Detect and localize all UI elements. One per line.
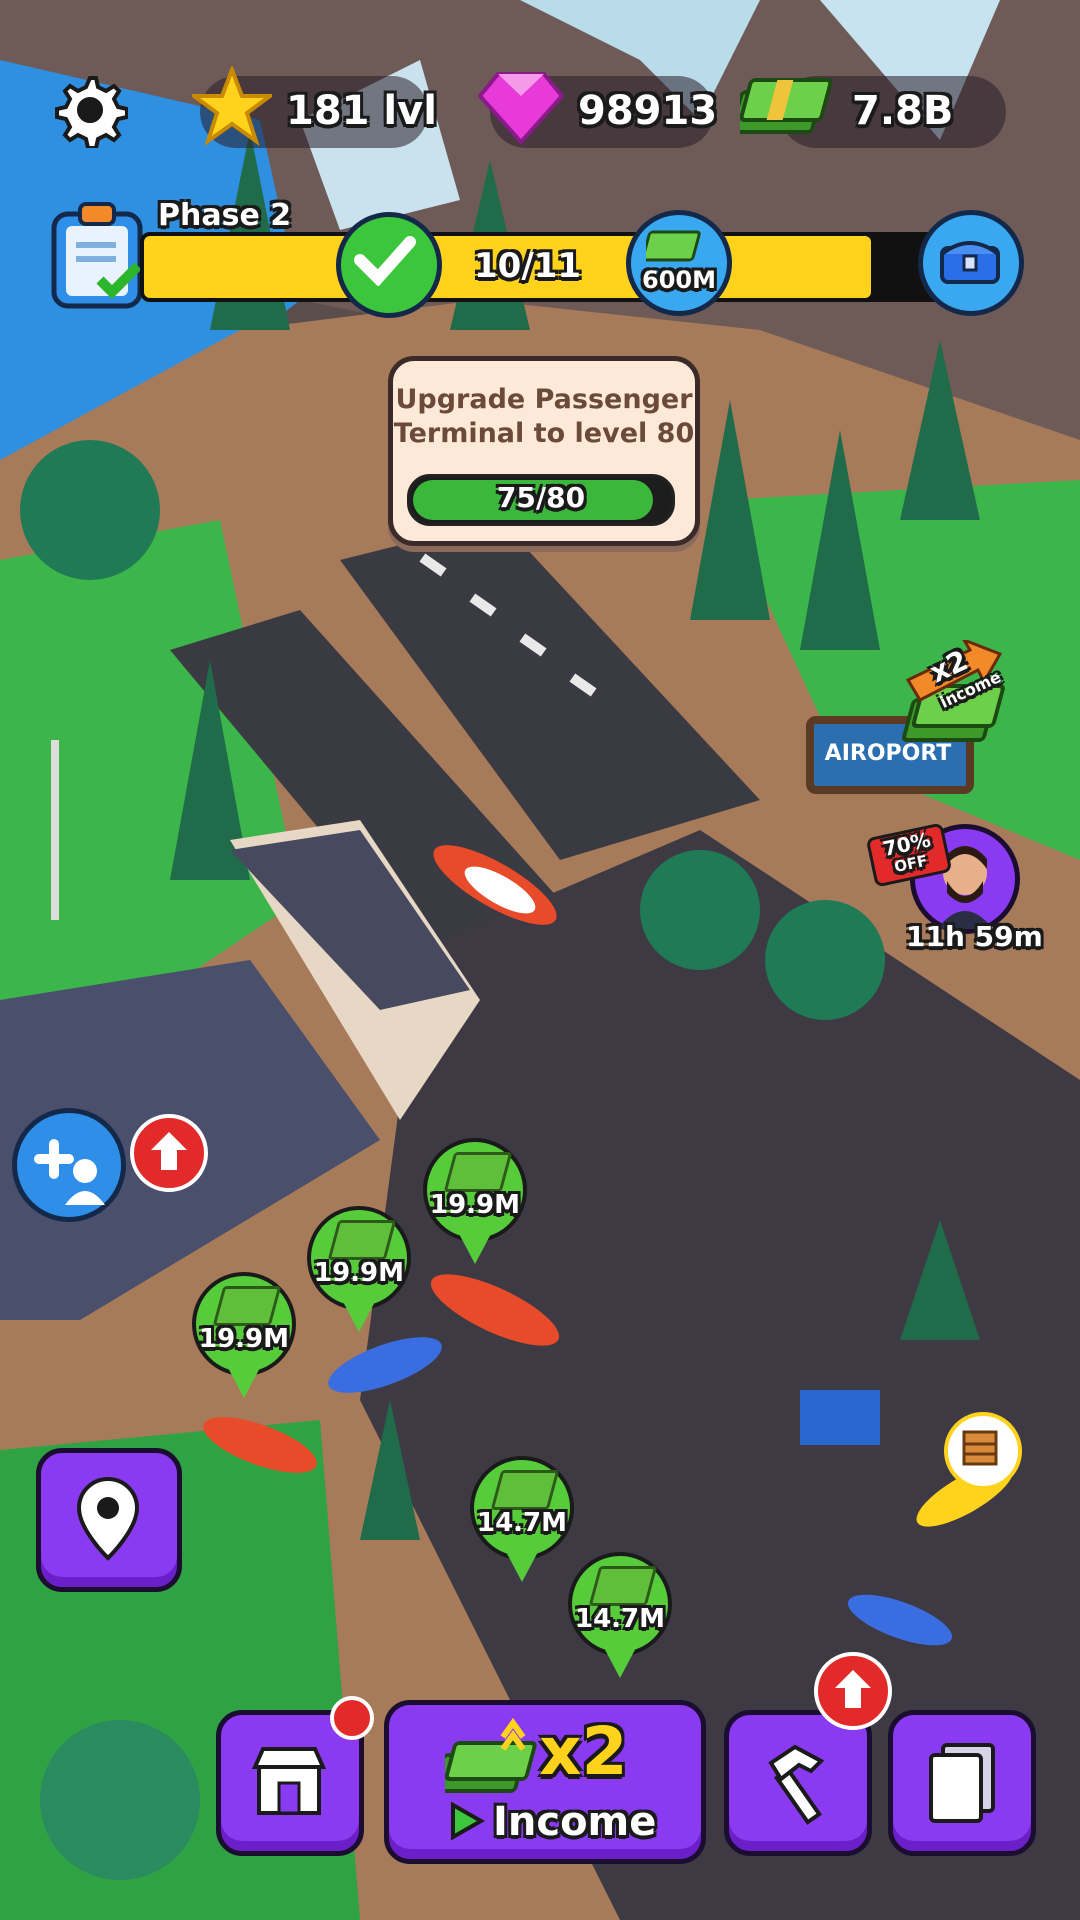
level-value: 181 lvl <box>286 88 437 134</box>
income-pin[interactable]: 19.9M <box>423 1138 527 1268</box>
play-ad-icon <box>451 1801 485 1841</box>
phase-label: Phase 2 <box>158 198 292 233</box>
arrow-up-icon <box>835 1670 871 1708</box>
task-progress-text: 75/80 <box>496 481 586 514</box>
phase-progress-text: 10/11 <box>474 246 582 286</box>
crate-icon <box>962 1430 998 1466</box>
checkmark-icon <box>354 236 416 286</box>
chest-icon <box>940 241 1000 284</box>
upgrade-alert-button[interactable] <box>130 1114 210 1206</box>
phase-checkpoint <box>336 212 442 318</box>
phase-tasks-button[interactable] <box>50 200 150 310</box>
gem-icon <box>478 72 564 146</box>
star-icon <box>192 66 272 146</box>
income-pin-value: 19.9M <box>313 1258 405 1288</box>
income-multiplier: x2 <box>539 1713 628 1790</box>
cash-icon <box>646 230 701 262</box>
shop-notification-dot <box>330 1696 374 1740</box>
task-title-line2: Terminal to level 80 <box>393 418 695 449</box>
gear-icon <box>55 76 129 150</box>
gems-value: 98913 <box>578 88 718 134</box>
task-title-line1: Upgrade Passenger <box>395 384 693 415</box>
income-label: Income <box>493 1799 657 1845</box>
offer-timer: 11h 59m <box>906 920 1043 953</box>
hammer-icon <box>768 1744 825 1825</box>
task-title: Upgrade Passenger Terminal to level 80 <box>393 383 695 451</box>
cash-icon <box>212 1286 282 1326</box>
cash-icon <box>327 1220 397 1260</box>
income-pin[interactable]: 19.9M <box>192 1272 296 1402</box>
settings-button[interactable] <box>52 72 129 150</box>
cash-icon <box>443 1152 513 1192</box>
income-pin[interactable]: 19.9M <box>307 1206 411 1336</box>
income-pin-value: 19.9M <box>429 1190 521 1220</box>
task-card[interactable]: Upgrade Passenger Terminal to level 80 7… <box>388 356 700 546</box>
airport-sign-text: AIROPORT <box>824 741 952 766</box>
map-location-button[interactable] <box>36 1448 182 1592</box>
hire-staff-button[interactable] <box>12 1108 126 1222</box>
phase-reward-value: 600M <box>642 266 716 294</box>
double-income-button[interactable]: x2 Income <box>384 1700 706 1864</box>
cash-icon <box>490 1470 560 1510</box>
income-pin-value: 19.9M <box>198 1324 290 1354</box>
supply-crate-bubble[interactable] <box>944 1412 1022 1490</box>
shop-icon <box>251 1747 327 1815</box>
cash-value: 7.8B <box>852 88 954 134</box>
cards-button[interactable] <box>888 1710 1036 1856</box>
cash-icon <box>740 78 833 134</box>
phase-reward-chest[interactable] <box>918 210 1024 316</box>
income-pin-value: 14.7M <box>574 1604 666 1634</box>
income-pin[interactable]: 14.7M <box>470 1456 574 1586</box>
cards-icon <box>929 1743 995 1823</box>
income-pin-value: 14.7M <box>476 1508 568 1538</box>
add-person-icon <box>34 1139 105 1205</box>
airport-sign: AIROPORT <box>812 726 964 782</box>
location-pin-icon <box>76 1476 140 1561</box>
income-pin[interactable]: 14.7M <box>568 1552 672 1682</box>
build-upgrade-alert <box>814 1652 894 1744</box>
clipboard-icon <box>51 202 143 309</box>
arrow-up-icon <box>151 1132 187 1170</box>
cash-icon <box>588 1566 658 1606</box>
phase-reward-cash[interactable]: 600M <box>626 210 732 316</box>
discount-offer[interactable]: 70% OFF 11h 59m <box>865 820 1043 953</box>
task-progress-bar: 75/80 <box>407 474 675 526</box>
